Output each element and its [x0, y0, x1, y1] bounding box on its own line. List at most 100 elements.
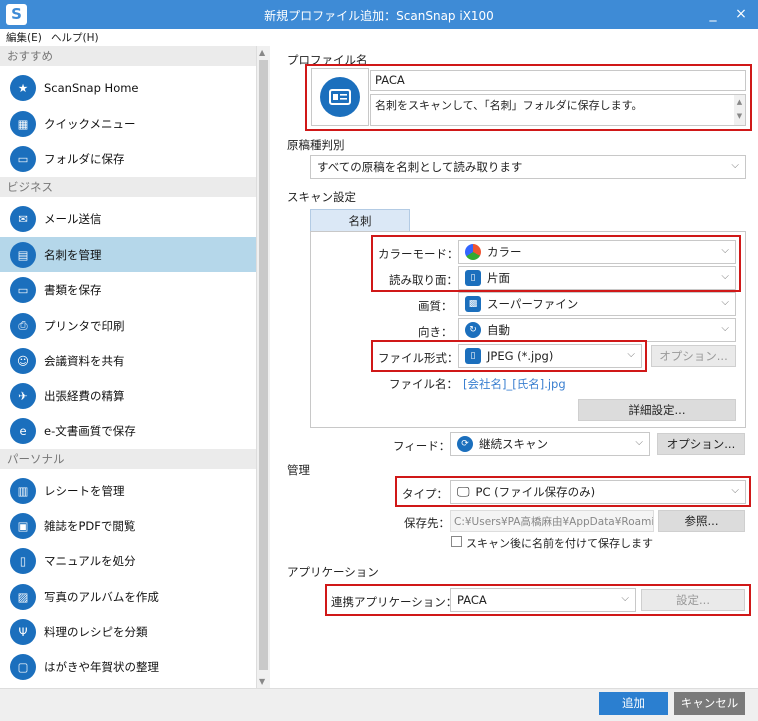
sidebar-scrollbar[interactable]: ▲ ▼ [257, 46, 270, 688]
filename-label: ファイル名： [389, 377, 458, 391]
people-icon: ☺ [10, 347, 36, 374]
sidebar-item-recipe[interactable]: Ψ 料理のレシピを分類 [0, 614, 256, 649]
orientation-value: 自動 [487, 323, 510, 337]
book-icon: ▯ [10, 547, 36, 574]
type-label: タイプ： [402, 487, 448, 501]
linked-app-value: PACA [457, 593, 487, 607]
postcard-icon: ▢ [10, 653, 36, 680]
sidebar-item-postcard[interactable]: ▢ はがきや年賀状の整理 [0, 649, 256, 684]
sidebar-item-save-folder[interactable]: ▭ フォルダに保存 [0, 141, 256, 176]
linked-app-select[interactable]: PACA ⌵ [450, 588, 636, 612]
quality-icon: ▩ [465, 296, 481, 312]
page-icon: ▯ [465, 270, 481, 286]
feed-value: 継続スキャン [479, 437, 548, 451]
file-format-label: ファイル形式： [378, 351, 459, 365]
sidebar-item-label: 名刺を管理 [44, 247, 102, 262]
edoc-icon: e [10, 417, 36, 444]
grid-icon: ▦ [10, 110, 36, 137]
chevron-down-icon: ⌵ [721, 297, 729, 308]
magazine-icon: ▣ [10, 512, 36, 539]
doc-type-value: すべての原稿を名刺として読み取ります [317, 160, 523, 174]
sidebar-item-label: 雑誌をPDFで閲覧 [44, 518, 136, 533]
close-button[interactable]: × [731, 4, 751, 24]
file-format-select[interactable]: ▯ JPEG (*.jpg) ⌵ [458, 344, 642, 368]
continuous-scan-icon: ⟳ [457, 436, 473, 452]
app-settings-button[interactable]: 設定... [641, 589, 745, 611]
description-scroll[interactable]: ▲ ▼ [734, 95, 745, 125]
sidebar-item-label: e-文書画質で保存 [44, 423, 136, 438]
sidebar-item-mail[interactable]: ✉ メール送信 [0, 201, 256, 236]
menu-help[interactable]: ヘルプ(H) [51, 30, 99, 45]
sidebar-item-label: 料理のレシピを分類 [44, 624, 148, 639]
file-format-value: JPEG (*.jpg) [487, 349, 554, 363]
cancel-button[interactable]: キャンセル [674, 692, 745, 715]
rename-checkbox-label[interactable]: スキャン後に名前を付けて保存します [466, 535, 653, 551]
browse-button[interactable]: 参照... [658, 510, 745, 532]
sidebar-item-magazine[interactable]: ▣ 雑誌をPDFで閲覧 [0, 508, 256, 543]
sidebar-item-label: クイックメニュー [44, 116, 136, 131]
quality-select[interactable]: ▩ スーパーファイン ⌵ [458, 292, 736, 316]
sidebar-item-expenses[interactable]: ✈ 出張経費の精算 [0, 378, 256, 413]
feed-options-button[interactable]: オプション... [657, 433, 745, 455]
menu-edit[interactable]: 編集(E) [6, 30, 42, 45]
feed-label: フィード： [393, 439, 451, 453]
scroll-down-icon[interactable]: ▼ [259, 677, 265, 686]
chevron-down-icon: ⌵ [621, 593, 629, 604]
add-button[interactable]: 追加 [599, 692, 668, 715]
chevron-down-icon: ⌵ [721, 271, 729, 282]
section-personal: パーソナル [0, 449, 256, 469]
quality-label: 画質： [418, 299, 453, 313]
plane-icon: ✈ [10, 382, 36, 409]
chevron-down-icon: ⌵ [731, 160, 739, 171]
sidebar-item-business-card[interactable]: ▤ 名刺を管理 [0, 237, 256, 272]
destination-field[interactable]: C:¥Users¥PA高橋麻由¥AppData¥Roamin [450, 510, 654, 532]
sidebar-item-edoc[interactable]: e e-文書画質で保存 [0, 413, 256, 448]
chevron-down-icon: ⌵ [627, 349, 635, 360]
rotate-icon: ↻ [465, 322, 481, 338]
tab-business-card[interactable]: 名刺 [310, 209, 410, 232]
sidebar-item-print[interactable]: ⎙ プリンタで印刷 [0, 308, 256, 343]
section-business: ビジネス [0, 177, 256, 197]
rename-checkbox[interactable] [451, 536, 462, 547]
chevron-down-icon: ⌵ [721, 245, 729, 256]
advanced-settings-button[interactable]: 詳細設定... [578, 399, 736, 421]
sidebar-item-label: 書類を保存 [44, 282, 102, 297]
type-select[interactable]: 🖵 PC (ファイル保存のみ) ⌵ [450, 480, 746, 504]
sidebar-item-album[interactable]: ▨ 写真のアルバムを作成 [0, 579, 256, 614]
menu-bar: 編集(E) ヘルプ(H) [0, 29, 758, 45]
profile-description-input[interactable]: 名刺をスキャンして、「名刺」フォルダに保存します。 [370, 94, 746, 126]
receipt-icon: ▥ [10, 477, 36, 504]
sidebar-item-manual[interactable]: ▯ マニュアルを処分 [0, 543, 256, 578]
minimize-button[interactable]: _ [703, 4, 723, 24]
profile-icon-box[interactable] [311, 68, 369, 126]
section-recommended: おすすめ [0, 46, 256, 66]
folder-icon: ▭ [10, 276, 36, 303]
fork-icon: Ψ [10, 618, 36, 645]
color-mode-select[interactable]: カラー ⌵ [458, 240, 736, 264]
format-options-button[interactable]: オプション... [651, 345, 736, 367]
scrollbar-thumb[interactable] [259, 60, 268, 670]
scan-side-select[interactable]: ▯ 片面 ⌵ [458, 266, 736, 290]
sidebar-item-quick-menu[interactable]: ▦ クイックメニュー [0, 106, 256, 141]
scroll-up-icon[interactable]: ▲ [259, 48, 265, 57]
sidebar-item-label: 写真のアルバムを作成 [44, 589, 159, 604]
orientation-select[interactable]: ↻ 自動 ⌵ [458, 318, 736, 342]
sidebar-item-label: はがきや年賀状の整理 [44, 659, 159, 674]
color-wheel-icon [465, 244, 481, 260]
sidebar-item-receipt[interactable]: ▥ レシートを管理 [0, 473, 256, 508]
sidebar-item-scansnap-home[interactable]: ★ ScanSnap Home [0, 70, 256, 105]
sidebar-item-label: ScanSnap Home [44, 80, 139, 95]
printer-icon: ⎙ [10, 312, 36, 339]
feed-select[interactable]: ⟳ 継続スキャン ⌵ [450, 432, 650, 456]
sidebar-item-share-meeting[interactable]: ☺ 会議資料を共有 [0, 343, 256, 378]
filename-link[interactable]: [会社名]_[氏名].jpg [463, 376, 566, 392]
pc-icon: 🖵 [457, 484, 470, 500]
doc-type-heading: 原稿種判別 [287, 138, 345, 152]
sidebar-item-save-docs[interactable]: ▭ 書類を保存 [0, 272, 256, 307]
scan-side-label: 読み取り面： [389, 273, 458, 287]
doc-type-select[interactable]: すべての原稿を名刺として読み取ります ⌵ [310, 155, 746, 179]
profile-name-input[interactable]: PACA [370, 70, 746, 91]
sidebar-item-label: プリンタで印刷 [44, 318, 125, 333]
card-icon: ▤ [10, 241, 36, 268]
mail-icon: ✉ [10, 205, 36, 232]
